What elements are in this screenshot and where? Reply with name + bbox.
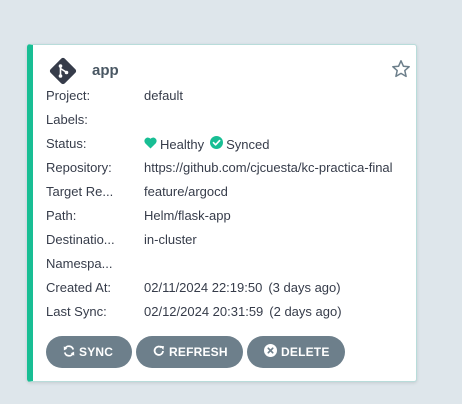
- sync-icon: [63, 344, 79, 360]
- created-at-value: 02/11/2024 22:19:50 (3 days ago): [144, 280, 341, 295]
- star-outline-icon[interactable]: [391, 59, 411, 79]
- refresh-button-label: REFRESH: [169, 345, 228, 359]
- project-value: default: [144, 88, 184, 103]
- delete-button[interactable]: DELETE: [247, 336, 345, 368]
- sync-status: Synced: [226, 136, 270, 152]
- git-icon: [49, 57, 77, 85]
- status-label: Status:: [46, 136, 87, 151]
- app-details: Project: default Labels: Status: Healthy: [46, 83, 416, 323]
- created-at-ago: (3 days ago): [268, 280, 341, 295]
- times-circle-icon: [264, 344, 281, 360]
- last-sync-label: Last Sync:: [46, 304, 107, 319]
- path-label: Path:: [46, 208, 77, 223]
- row-path: Path: Helm/flask-app: [46, 203, 416, 227]
- status-value: Healthy Synced: [144, 136, 269, 152]
- delete-button-label: DELETE: [281, 345, 330, 359]
- repository-value: https://github.com/cjcuesta/kc-practica-…: [144, 160, 393, 175]
- row-created-at: Created At: 02/11/2024 22:19:50 (3 days a…: [46, 275, 416, 299]
- row-status: Status: Healthy Synced: [46, 131, 416, 155]
- row-labels: Labels:: [46, 107, 416, 131]
- row-last-sync: Last Sync: 02/12/2024 20:31:59 (2 days ag…: [46, 299, 416, 323]
- row-destination: Destinatio... in-cluster: [46, 227, 416, 251]
- row-target-revision: Target Re... feature/argocd: [46, 179, 416, 203]
- check-circle-icon: [210, 136, 226, 152]
- created-at-label: Created At:: [46, 280, 112, 295]
- refresh-button[interactable]: REFRESH: [136, 336, 243, 368]
- action-buttons: SYNC REFRESH DELETE: [46, 336, 349, 368]
- health-status: Healthy: [160, 136, 205, 152]
- heart-icon: [144, 137, 160, 152]
- row-namespace: Namespa...: [46, 251, 416, 275]
- row-project: Project: default: [46, 83, 416, 107]
- refresh-icon: [153, 345, 169, 360]
- sync-button-label: SYNC: [79, 345, 114, 359]
- sync-button[interactable]: SYNC: [46, 336, 132, 368]
- destination-label: Destinatio...: [46, 232, 115, 247]
- created-at-timestamp: 02/11/2024 22:19:50: [144, 280, 263, 295]
- destination-value: in-cluster: [144, 232, 197, 247]
- target-revision-value: feature/argocd: [144, 184, 228, 199]
- last-sync-timestamp: 02/12/2024 20:31:59: [144, 304, 264, 319]
- path-value: Helm/flask-app: [144, 208, 231, 223]
- namespace-label: Namespa...: [46, 256, 113, 271]
- repository-label: Repository:: [46, 160, 112, 175]
- row-repository: Repository: https://github.com/cjcuesta/…: [46, 155, 416, 179]
- labels-label: Labels:: [46, 112, 88, 127]
- target-revision-label: Target Re...: [46, 184, 114, 199]
- app-name[interactable]: app: [92, 62, 119, 79]
- application-tile[interactable]: app Project: default Labels: Status: Hea…: [27, 44, 417, 382]
- last-sync-value: 02/12/2024 20:31:59 (2 days ago): [144, 304, 342, 319]
- last-sync-ago: (2 days ago): [269, 304, 342, 319]
- project-label: Project:: [46, 88, 91, 103]
